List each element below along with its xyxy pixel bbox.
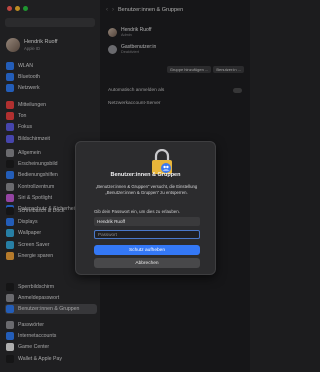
- cancel-button[interactable]: Abbrechen: [94, 258, 200, 268]
- dialog-prompt: Gib dein Passwort ein, um dies zu erlaub…: [94, 209, 180, 214]
- unlock-button[interactable]: Schutz aufheben: [94, 245, 200, 255]
- authentication-dialog: Benutzer:innen & Gruppen „Benutzer:innen…: [75, 141, 216, 275]
- password-field[interactable]: Passwort: [94, 230, 200, 239]
- dialog-message: „Benutzer:innen & Gruppen“ versucht, die…: [95, 184, 198, 195]
- username-field[interactable]: Hendrik Ruoff: [94, 217, 200, 226]
- dialog-title: Benutzer:innen & Gruppen: [110, 172, 181, 178]
